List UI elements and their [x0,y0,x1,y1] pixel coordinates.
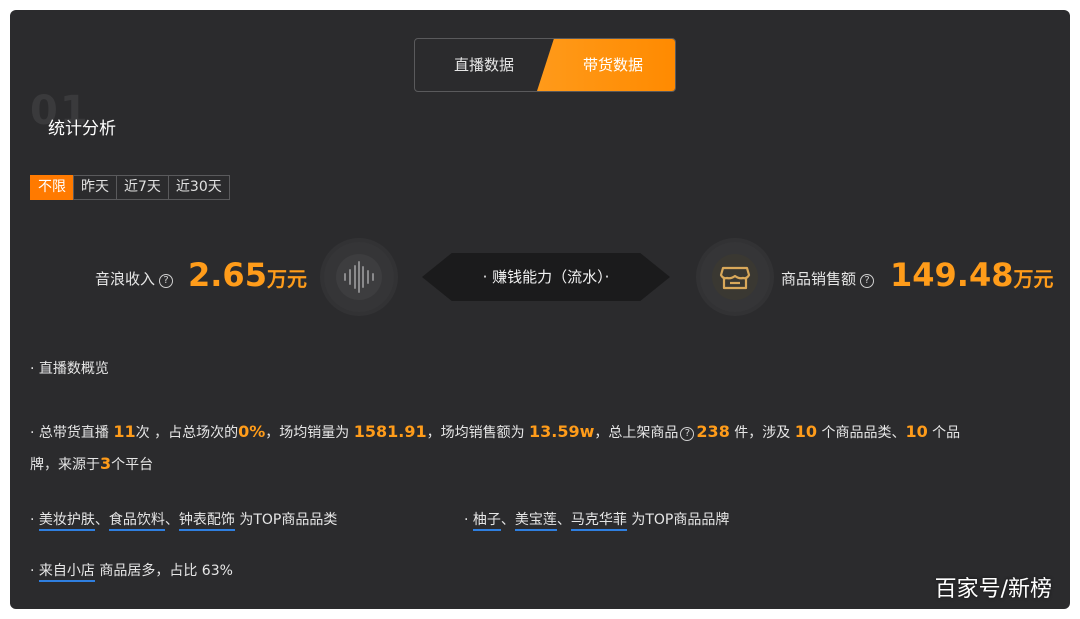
tab-live-data[interactable]: 直播数据 [415,39,553,91]
filter-all[interactable]: 不限 [30,175,74,200]
summary-text: 个品 [932,425,961,441]
summary-text: ，场均销售额为 [426,425,525,441]
summary-text: 个商品品类、 [821,425,906,441]
filter-30-days[interactable]: 近30天 [167,175,230,200]
store-icon [719,266,751,290]
category-link[interactable]: 钟表配饰 [178,512,235,531]
store-icon-circle [700,242,770,312]
summary-text: ，总上架商品 [594,425,679,441]
brand-link[interactable]: 柚子 [472,512,501,531]
summary-line-1: · 总带货直播 11次 ，占总场次的0%，场均销量为 1581.91，场均销售额… [30,422,960,442]
category-count: 10 [794,422,817,441]
platform-count: 3 [100,454,112,473]
summary-text: 牌，来源于 [30,457,100,473]
category-link[interactable]: 食品饮料 [108,512,165,531]
sound-wave-income-number: 2.65 [188,256,267,294]
stats-panel: 直播数据 带货数据 01 统计分析 不限 昨天 近7天 近30天 音浪收入? 2… [10,10,1070,609]
watermark: 百家号/新榜 [934,577,1052,602]
sound-wave-income-value: 2.65万元 [188,256,307,294]
help-icon[interactable]: ? [860,274,875,288]
help-icon[interactable]: ? [680,427,695,441]
top-categories-line: · 美妆护肤、食品饮料、钟表配饰 为TOP商品品类 [30,509,338,531]
overview-title: · 直播数概览 [30,361,109,377]
date-filter: 不限 昨天 近7天 近30天 [30,175,230,200]
bullet: · [30,563,39,579]
summary-text: 次 ，占总场次的 [135,425,239,441]
summary-text: ，场均销量为 [265,425,350,441]
live-count: 11 [113,422,136,441]
summary-text: · 总带货直播 [30,425,109,441]
separator: 、 [500,512,515,528]
tab-goods-data[interactable]: 带货数据 [537,39,675,91]
source-text: 商品居多，占比 63% [94,563,233,579]
filter-yesterday[interactable]: 昨天 [73,175,117,200]
top-categories-suffix: 为TOP商品品类 [239,512,338,528]
avg-sales: 1581.91 [353,422,427,441]
brand-link[interactable]: 马克华菲 [570,512,627,531]
category-link[interactable]: 美妆护肤 [38,512,95,531]
brand-link[interactable]: 美宝莲 [514,512,557,531]
sales-amount-label: 商品销售额? [781,268,875,289]
top-brands-suffix: 为TOP商品品牌 [631,512,730,528]
bullet: · [30,512,39,528]
sound-wave-income-unit: 万元 [266,267,307,291]
avg-amount: 13.59w [529,422,595,441]
summary-text: 件，涉及 [734,425,791,441]
top-brands-line: · 柚子、美宝莲、马克华菲 为TOP商品品牌 [464,509,730,531]
separator: 、 [164,512,179,528]
source-line: · 来自小店 商品居多，占比 63% [30,560,233,582]
sales-amount-number: 149.48 [890,256,1014,294]
sound-wave-icon [344,261,374,293]
data-tab-switch: 直播数据 带货数据 [414,38,676,92]
separator: 、 [556,512,571,528]
earning-ability-banner: · 赚钱能力（流水）· [422,253,670,301]
sound-wave-icon-circle [324,242,394,312]
sales-amount-label-text: 商品销售额 [781,270,857,288]
live-percent: 0% [238,422,266,441]
bullet: · [464,512,473,528]
sales-amount-value: 149.48万元 [890,256,1053,294]
total-goods: 238 [696,422,730,441]
sound-wave-income-label: 音浪收入? [95,268,174,289]
store-source-link[interactable]: 来自小店 [38,563,95,582]
help-icon[interactable]: ? [159,274,174,288]
summary-text: 个平台 [111,457,154,473]
filter-7-days[interactable]: 近7天 [116,175,169,200]
sales-amount-unit: 万元 [1013,267,1054,291]
brand-count: 10 [905,422,928,441]
sound-wave-income-label-text: 音浪收入 [95,270,156,288]
summary-line-2: 牌，来源于3个平台 [30,454,153,474]
separator: 、 [94,512,109,528]
section-title: 统计分析 [48,119,116,139]
